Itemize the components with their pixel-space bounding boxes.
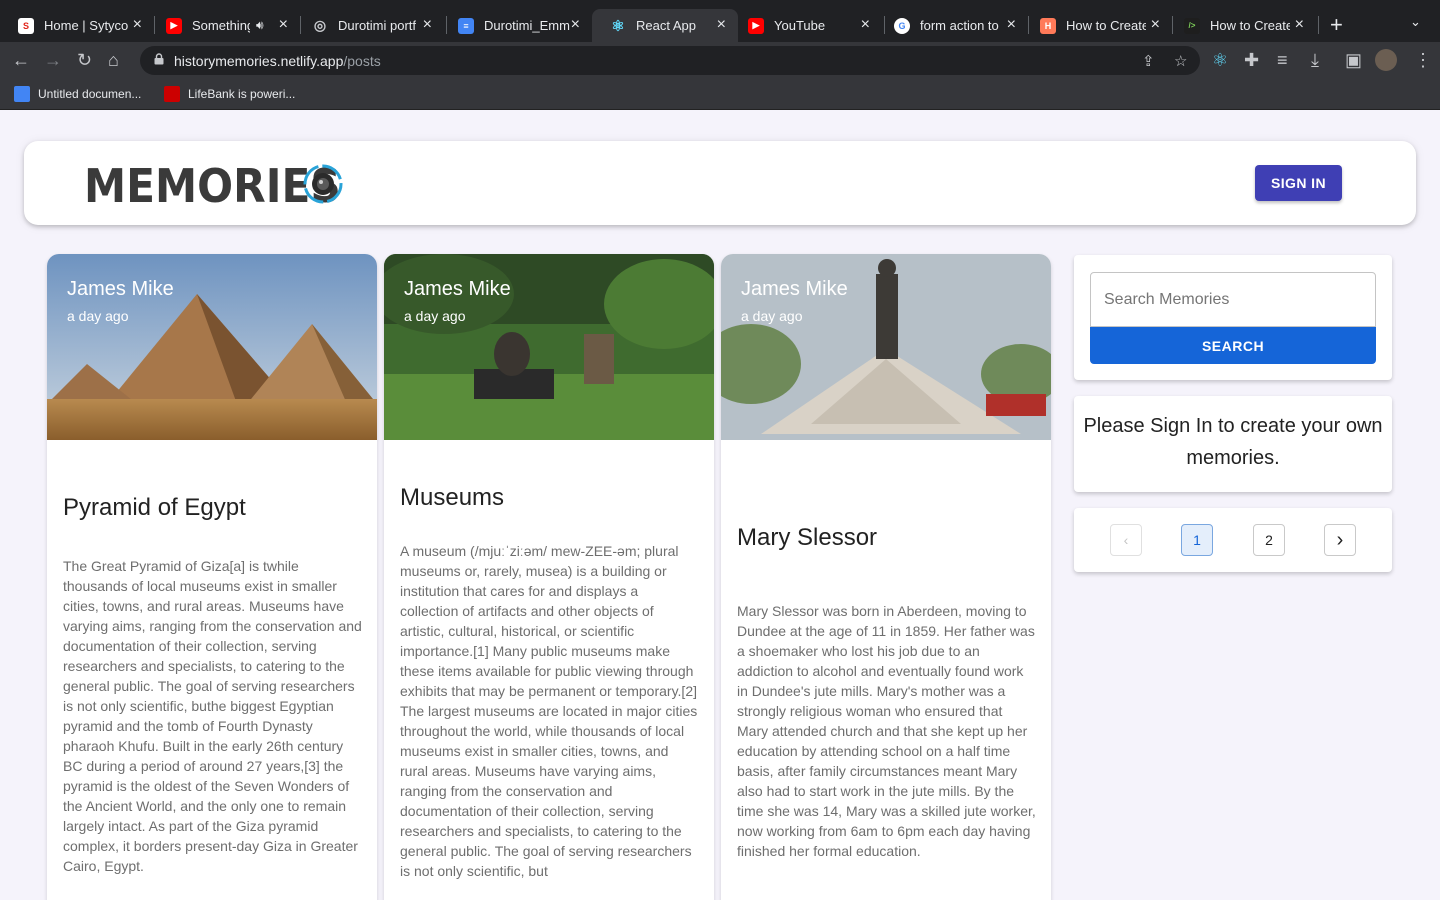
post-timestamp: a day ago <box>67 308 129 324</box>
sytyco-favicon-icon: S <box>18 17 34 34</box>
bookmark-item[interactable]: LifeBank is poweri... <box>164 86 295 102</box>
share-icon[interactable]: ⇪ <box>1142 52 1155 70</box>
close-tab-icon[interactable]: × <box>423 16 432 34</box>
browser-tab[interactable]: ◎ Durotimi portf × <box>294 9 444 42</box>
download-icon[interactable]: ⤓ <box>1311 50 1319 70</box>
audio-playing-icon[interactable]: 🔊︎ <box>256 18 264 33</box>
previous-page-button[interactable]: ‹ <box>1110 524 1142 556</box>
post-author: James Mike <box>67 278 174 300</box>
browser-tab-title: Something <box>192 18 250 33</box>
close-tab-icon[interactable]: × <box>279 16 288 34</box>
browser-tab[interactable]: ▶ YouTube × <box>730 9 882 42</box>
youtube-favicon-icon: ▶ <box>748 17 764 34</box>
post-body: A museum (/mjuːˈziːəm/ mew-ZEE-əm; plura… <box>400 543 698 879</box>
bookmark-label: Untitled documen... <box>38 87 142 101</box>
browser-tab-active[interactable]: ⚛ React App × <box>592 9 738 42</box>
back-arrow-icon[interactable]: ← <box>12 50 30 70</box>
kebab-menu-icon[interactable]: ⋮ <box>1414 50 1432 70</box>
browser-tab[interactable]: S Home | Sytyco × <box>0 9 154 42</box>
google-docs-bookmark-icon <box>14 86 30 102</box>
google-docs-favicon-icon: ≡ <box>458 17 474 34</box>
post-body: Mary Slessor was born in Aberdeen, movin… <box>737 603 1036 859</box>
post-author: James Mike <box>741 278 848 300</box>
browser-tab[interactable]: ▶ Something 🔊︎ × <box>148 9 300 42</box>
browser-tab-title: Durotimi portf <box>338 18 417 33</box>
forward-arrow-icon[interactable]: → <box>44 50 62 70</box>
browser-tab-title: form action to <box>920 18 999 33</box>
address-bar[interactable]: historymemories.netlify.app/posts ⇪ ☆ <box>140 46 1200 75</box>
browser-toolbar: ← → ↻ ⌂ historymemories.netlify.app/post… <box>0 42 1440 78</box>
profile-avatar[interactable] <box>1375 49 1397 71</box>
close-tab-icon[interactable]: × <box>133 16 142 34</box>
browser-tab-title: Home | Sytyco <box>44 18 129 33</box>
post-body: The Great Pyramid of Giza[a] is twhile t… <box>63 558 362 874</box>
search-button[interactable]: SEARCH <box>1090 327 1376 364</box>
browser-tab[interactable]: ≡ Durotimi_Emm × <box>440 9 592 42</box>
url-text: historymemories.netlify.app/posts <box>174 53 381 69</box>
tab-search-chevron-icon[interactable]: ⌄ <box>1410 14 1421 30</box>
browser-tab-title: How to Create <box>1066 18 1146 33</box>
app-header: MEMORIES SIGN IN <box>24 141 1416 225</box>
chevron-right-icon: › <box>1336 528 1344 551</box>
home-icon[interactable]: ⌂ <box>108 50 119 70</box>
post-card[interactable]: James Mike a day ago Mary Slessor Mary S… <box>721 254 1051 900</box>
search-input[interactable] <box>1090 272 1376 327</box>
browser-tab-title: YouTube <box>774 18 826 33</box>
browser-tab[interactable]: H How to Create × <box>1022 9 1172 42</box>
camera-lens-logo-icon[interactable] <box>302 163 344 205</box>
post-title: Museums <box>400 484 505 511</box>
react-favicon-icon: ⚛ <box>611 17 625 35</box>
bookmark-label: LifeBank is poweri... <box>188 87 296 101</box>
bookmark-star-icon[interactable]: ☆ <box>1174 52 1187 70</box>
signin-prompt-text: Please Sign In to create your own memori… <box>1083 415 1383 469</box>
hubspot-favicon-icon: H <box>1040 17 1056 34</box>
signin-prompt-panel: Please Sign In to create your own memori… <box>1074 396 1392 492</box>
extensions-puzzle-icon[interactable]: ✚ <box>1244 50 1259 70</box>
search-panel: SEARCH <box>1074 255 1392 380</box>
google-favicon-icon: G <box>894 17 910 34</box>
new-tab-icon[interactable]: + <box>1330 12 1343 38</box>
page-button-2[interactable]: 2 <box>1253 524 1285 556</box>
close-tab-icon[interactable]: × <box>1007 16 1016 34</box>
post-title: Pyramid of Egypt <box>63 494 246 521</box>
tab-separator <box>1318 16 1319 34</box>
reload-icon[interactable]: ↻ <box>77 50 92 70</box>
post-timestamp: a day ago <box>741 308 803 324</box>
post-card[interactable]: James Mike a day ago Pyramid of Egypt Th… <box>47 254 377 900</box>
post-author: James Mike <box>404 278 511 300</box>
media-control-icon[interactable]: ≡ <box>1277 50 1288 70</box>
side-panel-icon[interactable]: ▣ <box>1345 50 1362 70</box>
youtube-favicon-icon: ▶ <box>166 17 182 34</box>
globe-icon: ◎ <box>313 17 327 33</box>
lock-icon[interactable] <box>154 53 164 65</box>
react-devtools-icon[interactable]: ⚛ <box>1212 50 1228 70</box>
browser-tab-title: How to Create <box>1210 18 1290 33</box>
bookmarks-bar: Untitled documen... LifeBank is poweri..… <box>0 78 1440 110</box>
next-page-button[interactable]: › <box>1324 524 1356 556</box>
browser-tab-strip: S Home | Sytyco × ▶ Something 🔊︎ × ◎ Dur… <box>0 0 1440 42</box>
close-tab-icon[interactable]: × <box>1151 16 1160 34</box>
sign-in-button[interactable]: SIGN IN <box>1255 165 1342 201</box>
pagination-panel: ‹ 1 2 › <box>1074 508 1392 572</box>
browser-tab-title: React App <box>636 18 696 33</box>
browser-tab[interactable]: G form action to × <box>876 9 1028 42</box>
close-tab-icon[interactable]: × <box>1295 16 1304 34</box>
close-tab-icon[interactable]: × <box>861 16 870 34</box>
page-button-1[interactable]: 1 <box>1181 524 1213 556</box>
cnn-bookmark-icon <box>164 86 180 102</box>
close-tab-icon[interactable]: × <box>717 16 726 34</box>
browser-tab-title: Durotimi_Emm <box>484 18 570 33</box>
post-card[interactable]: James Mike a day ago Museums A museum (/… <box>384 254 714 900</box>
post-timestamp: a day ago <box>404 308 466 324</box>
browser-tab[interactable]: /> How to Create × <box>1166 9 1316 42</box>
code-favicon-icon: /> <box>1184 17 1200 34</box>
chevron-left-icon: ‹ <box>1123 532 1129 548</box>
post-title: Mary Slessor <box>737 524 878 551</box>
close-tab-icon[interactable]: × <box>571 16 580 34</box>
bookmark-item[interactable]: Untitled documen... <box>14 86 141 102</box>
